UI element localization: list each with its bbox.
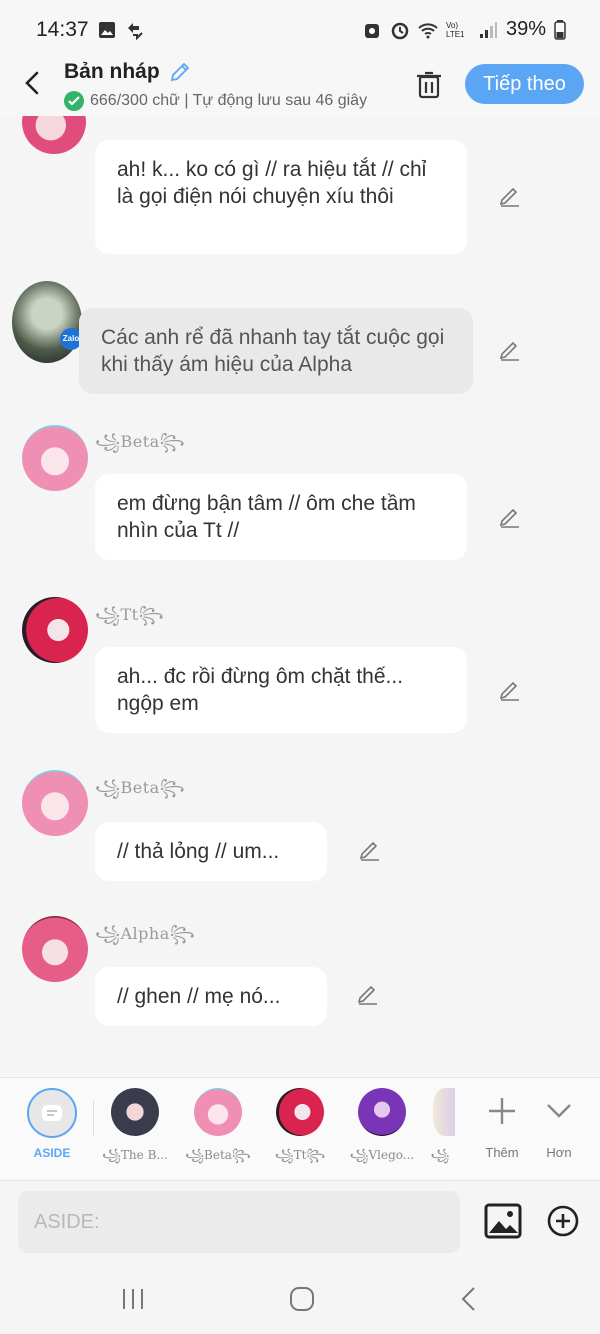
- save-status: 666/300 chữ | Tự động lưu sau 46 giây: [64, 91, 394, 111]
- recent-apps-icon[interactable]: [118, 1284, 148, 1314]
- gallery-icon: [99, 22, 115, 38]
- wifi-icon: [418, 22, 438, 38]
- next-button[interactable]: Tiếp theo: [465, 64, 584, 104]
- character-chip[interactable]: ꧁Vlego...: [345, 1088, 419, 1170]
- character-chip[interactable]: ꧁: [425, 1088, 455, 1170]
- character-name: ꧁Alpha꧂: [95, 924, 196, 943]
- avatar[interactable]: [22, 916, 88, 982]
- add-circle-icon[interactable]: [547, 1205, 579, 1237]
- character-name: ꧁Tt꧂: [95, 605, 165, 624]
- character-avatar: [111, 1088, 159, 1136]
- character-chip[interactable]: ꧁The B...: [98, 1088, 172, 1170]
- narration-bubble[interactable]: Các anh rể đã nhanh tay tắt cuộc gọi khi…: [79, 308, 473, 394]
- character-label: ꧁Vlego...: [349, 1148, 415, 1162]
- volte-label: Vo) LTE1: [445, 20, 465, 39]
- aside-selector[interactable]: ASIDE: [15, 1088, 89, 1160]
- edit-icon[interactable]: [497, 505, 523, 531]
- character-avatar: [358, 1088, 406, 1136]
- message-bubble[interactable]: ah... đc rồi đừng ôm chặt thế... ngộp em: [95, 647, 467, 733]
- status-notification-icons: [97, 20, 145, 40]
- edit-icon[interactable]: [357, 838, 383, 864]
- check-icon: [64, 91, 84, 111]
- battery-icon: [554, 19, 566, 40]
- avatar[interactable]: [22, 425, 88, 491]
- composer: [0, 1180, 600, 1264]
- character-name: ꧁Beta꧂: [95, 778, 186, 797]
- home-icon[interactable]: [287, 1284, 317, 1314]
- edit-icon[interactable]: [497, 338, 523, 364]
- narrator-avatar[interactable]: [12, 281, 82, 363]
- battery-percent: 39%: [505, 18, 546, 40]
- aside-icon: [27, 1088, 77, 1138]
- avatar[interactable]: [22, 116, 86, 154]
- sync-icon: [128, 23, 143, 40]
- edit-icon[interactable]: [355, 982, 381, 1008]
- status-bar: 14:37 Vo) LTE1 39%: [0, 0, 600, 58]
- avatar[interactable]: [22, 597, 88, 663]
- lock-app-icon: [364, 23, 379, 38]
- edit-icon[interactable]: [497, 678, 523, 704]
- character-name: ꧁Beta꧂: [95, 432, 186, 451]
- page-title: Bản nháp: [64, 60, 160, 83]
- title-row: Bản nháp: [64, 60, 192, 84]
- character-label: ꧁Tt꧂: [274, 1148, 326, 1162]
- character-label: ꧁The B...: [102, 1148, 168, 1162]
- system-nav-bar: [0, 1264, 600, 1334]
- message-bubble[interactable]: ah! k... ko có gì // ra hiệu tắt // chỉ …: [95, 140, 467, 254]
- character-avatar: [194, 1088, 242, 1136]
- signal-icon: [479, 21, 497, 38]
- nav-back-icon[interactable]: [455, 1284, 485, 1314]
- image-icon[interactable]: [484, 1203, 522, 1239]
- conversation[interactable]: ah! k... ko có gì // ra hiệu tắt // chỉ …: [0, 116, 600, 1076]
- more-label: Hơn: [546, 1145, 572, 1160]
- message-input[interactable]: [18, 1191, 460, 1253]
- character-avatar: [433, 1088, 455, 1136]
- chevron-down-icon: [547, 1104, 571, 1118]
- plus-icon: [489, 1098, 515, 1124]
- avatar[interactable]: [22, 770, 88, 836]
- word-count-autosave: 666/300 chữ | Tự động lưu sau 46 giây: [90, 92, 368, 109]
- trash-icon[interactable]: [414, 68, 444, 100]
- divider: [93, 1100, 94, 1136]
- pencil-icon[interactable]: [168, 60, 192, 84]
- back-icon[interactable]: [18, 68, 48, 98]
- status-right: Vo) LTE1 39%: [362, 18, 566, 41]
- status-time: 14:37: [36, 18, 89, 41]
- character-label: ꧁Beta꧂: [185, 1148, 251, 1162]
- character-chip[interactable]: ꧁Tt꧂: [263, 1088, 337, 1170]
- edit-icon[interactable]: [497, 184, 523, 210]
- message-bubble[interactable]: // ghen // mẹ nó...: [95, 967, 327, 1026]
- character-label: ꧁: [430, 1148, 450, 1162]
- character-bar: ASIDE ꧁The B... ꧁Beta꧂ ꧁Tt꧂ ꧁Vlego... ꧁ …: [0, 1077, 600, 1179]
- message-bubble[interactable]: em đừng bận tâm // ôm che tầm nhìn của T…: [95, 474, 467, 560]
- alarm-icon: [391, 22, 409, 39]
- message-bubble[interactable]: // thả lỏng // um...: [95, 822, 327, 881]
- header: Bản nháp 666/300 chữ | Tự động lưu sau 4…: [0, 58, 600, 116]
- aside-label: ASIDE: [33, 1146, 71, 1160]
- character-chip[interactable]: ꧁Beta꧂: [181, 1088, 255, 1170]
- more-button[interactable]: Hơn: [522, 1088, 596, 1160]
- character-avatar: [276, 1088, 324, 1136]
